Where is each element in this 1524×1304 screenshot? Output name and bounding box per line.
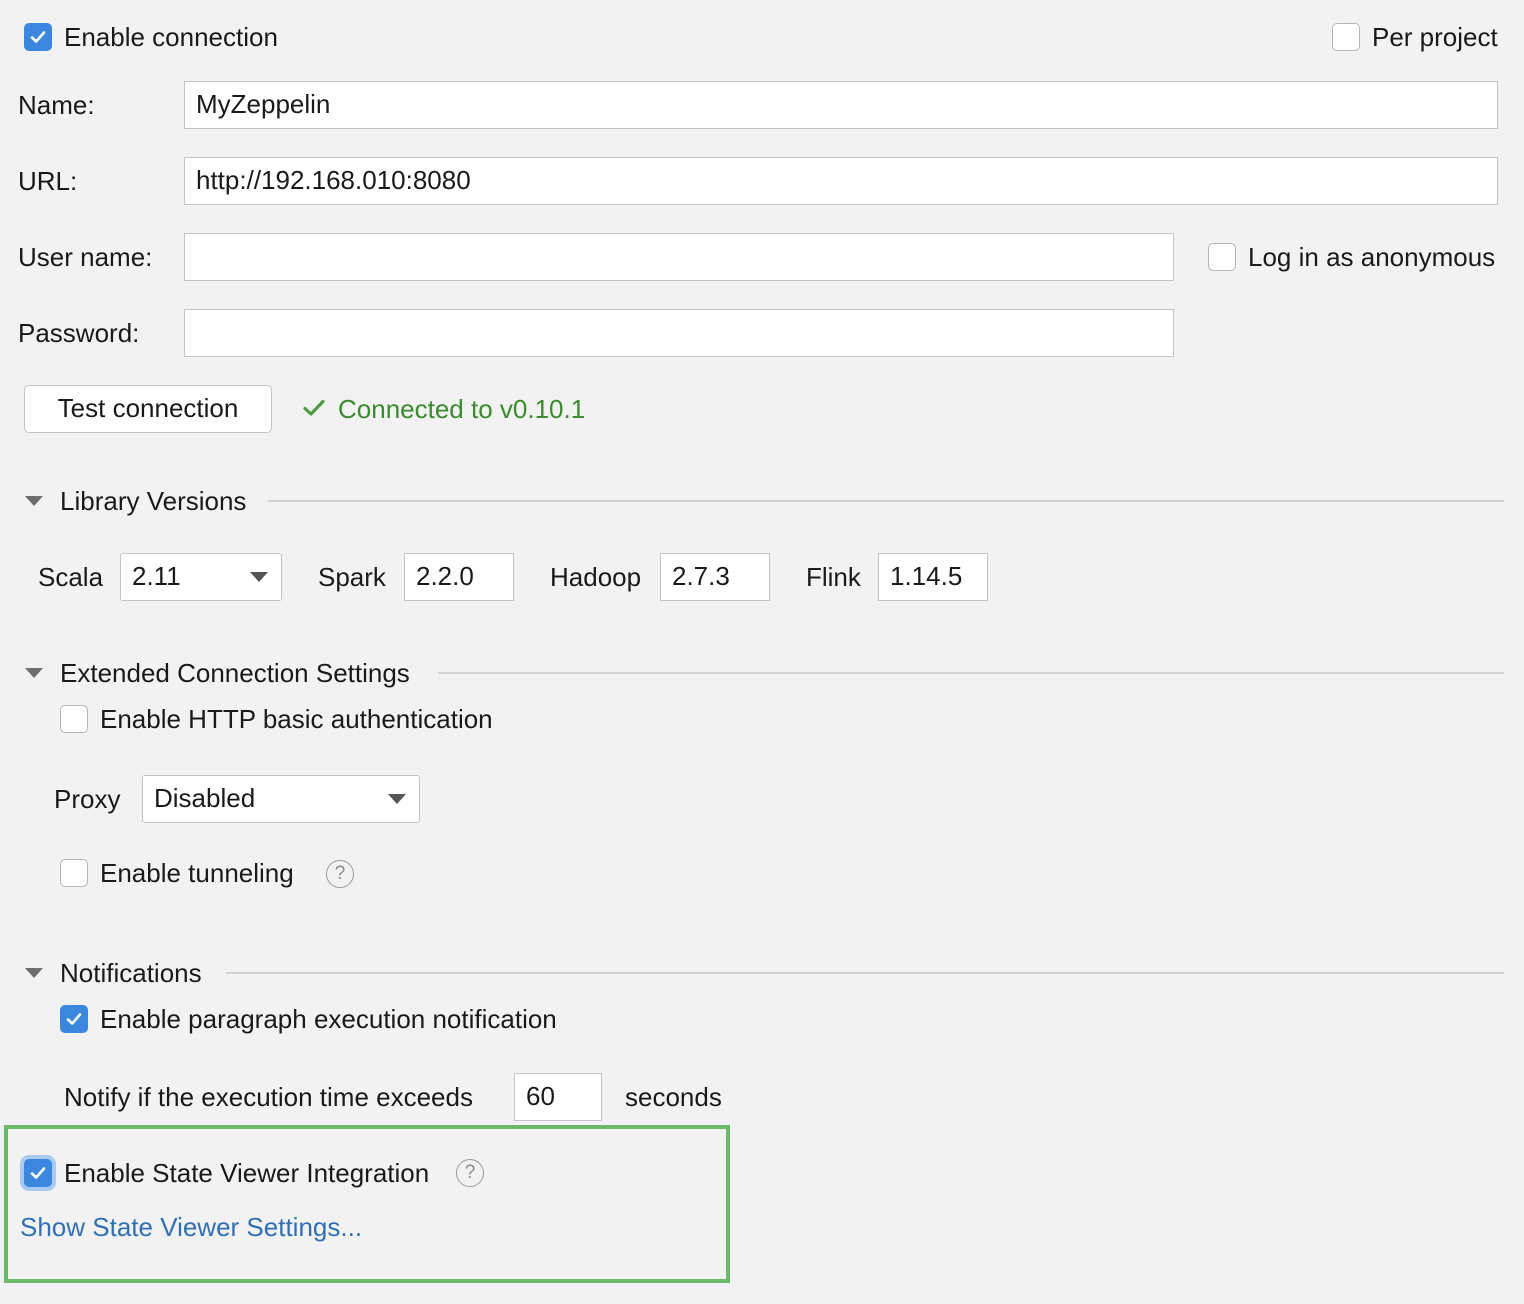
notify-threshold-input[interactable]: 60 [514, 1073, 602, 1121]
state-viewer-help-icon[interactable]: ? [456, 1159, 484, 1187]
scala-select-value: 2.11 [132, 561, 181, 591]
enable-connection-label: Enable connection [64, 22, 278, 52]
notifications-title: Notifications [60, 958, 202, 988]
anonymous-checkbox[interactable] [1208, 243, 1236, 271]
anonymous-label: Log in as anonymous [1248, 242, 1496, 272]
per-project-label: Per project [1372, 22, 1498, 52]
proxy-label: Proxy [54, 784, 121, 814]
hadoop-label: Hadoop [550, 562, 642, 592]
flink-input[interactable]: 1.14.5 [878, 553, 988, 601]
scala-label: Scala [38, 562, 104, 592]
test-connection-button[interactable]: Test connection [24, 385, 272, 433]
state-viewer-highlight-frame [4, 1125, 730, 1283]
check-success-icon [303, 399, 325, 416]
username-input[interactable] [184, 233, 1174, 281]
scala-select[interactable]: 2.11 [120, 553, 282, 601]
seconds-label: seconds [625, 1082, 722, 1112]
state-viewer-label: Enable State Viewer Integration [64, 1158, 430, 1188]
name-input[interactable]: MyZeppelin [184, 81, 1498, 129]
spark-input[interactable]: 2.2.0 [404, 553, 514, 601]
enable-connection-checkbox[interactable] [24, 23, 52, 51]
url-input[interactable]: http://192.168.010:8080 [184, 157, 1498, 205]
chevron-down-icon [250, 572, 268, 582]
password-input[interactable] [184, 309, 1174, 357]
tunneling-checkbox[interactable] [60, 859, 88, 887]
chevron-down-icon [388, 794, 406, 804]
notify-threshold-label: Notify if the execution time exceeds [64, 1082, 473, 1112]
library-versions-title: Library Versions [60, 486, 247, 516]
name-label: Name: [18, 90, 95, 120]
proxy-select[interactable]: Disabled [142, 775, 420, 823]
library-versions-collapse-icon[interactable] [25, 496, 43, 506]
connection-status-text: Connected to v0.10.1 [338, 394, 586, 424]
paragraph-notification-label: Enable paragraph execution notification [100, 1004, 557, 1034]
extended-settings-title: Extended Connection Settings [60, 658, 410, 688]
notifications-separator [226, 972, 1504, 974]
username-label: User name: [18, 242, 153, 272]
spark-label: Spark [318, 562, 386, 592]
extended-settings-collapse-icon[interactable] [25, 668, 43, 678]
checkmark-icon [66, 1013, 82, 1025]
checkmark-icon [30, 1167, 46, 1179]
tunneling-help-icon[interactable]: ? [326, 860, 354, 888]
per-project-checkbox[interactable] [1332, 23, 1360, 51]
password-label: Password: [18, 318, 140, 348]
library-versions-separator [268, 500, 1504, 502]
state-viewer-checkbox[interactable] [24, 1159, 52, 1187]
hadoop-input[interactable]: 2.7.3 [660, 553, 770, 601]
flink-label: Flink [806, 562, 861, 592]
state-viewer-settings-link[interactable]: Show State Viewer Settings... [20, 1210, 362, 1244]
http-auth-checkbox[interactable] [60, 705, 88, 733]
url-label: URL: [18, 166, 78, 196]
http-auth-label: Enable HTTP basic authentication [100, 704, 493, 734]
extended-settings-separator [438, 672, 1504, 674]
paragraph-notification-checkbox[interactable] [60, 1005, 88, 1033]
checkmark-icon [30, 31, 46, 43]
tunneling-label: Enable tunneling [100, 858, 294, 888]
proxy-select-value: Disabled [154, 783, 256, 813]
notifications-collapse-icon[interactable] [25, 968, 43, 978]
